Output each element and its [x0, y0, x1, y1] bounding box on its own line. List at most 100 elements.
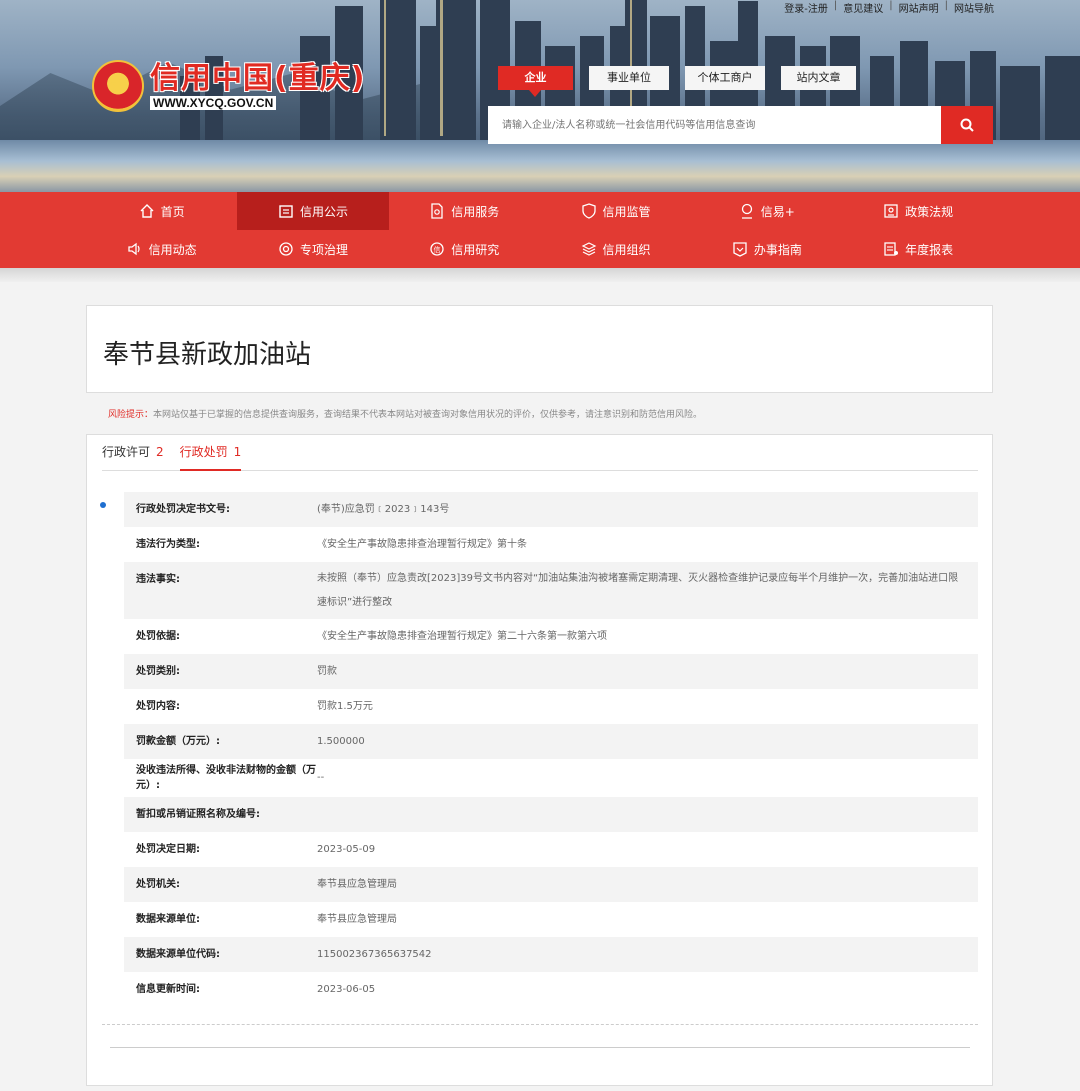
field-label: 违法事实:	[136, 574, 180, 585]
nav-special-governance[interactable]: 专项治理	[237, 230, 388, 268]
nav-home[interactable]: 首页	[86, 192, 237, 230]
site-nav-link[interactable]: 网站导航	[954, 0, 994, 15]
field-value: 1.500000	[317, 735, 365, 747]
dashed-divider	[102, 1024, 978, 1025]
field-value: 罚款1.5万元	[317, 700, 373, 712]
table-row: 处罚内容: 罚款1.5万元	[124, 689, 978, 724]
field-value: 未按照（奉节）应急责改[2023]39号文书内容对“加油站集油沟被堵塞需定期清理…	[317, 572, 959, 608]
tab-admin-penalty[interactable]: 行政处罚 1	[179, 435, 242, 471]
field-label: 处罚依据:	[136, 631, 180, 642]
risk-notice: 风险提示：本网站仅基于已掌握的信息提供查询服务，查询结果不代表本网站对被查询对象…	[108, 407, 702, 420]
bottom-divider	[110, 1047, 970, 1048]
report-icon	[884, 242, 899, 256]
shield-icon	[581, 203, 596, 219]
risk-notice-text: 本网站仅基于已掌握的信息提供查询服务，查询结果不代表本网站对被查询对象信用状况的…	[153, 410, 703, 420]
table-row: 处罚类别: 罚款	[124, 654, 978, 689]
nav-credit-organization[interactable]: 信用组织	[540, 230, 691, 268]
banner-river	[0, 140, 1080, 192]
field-value: 《安全生产事故隐患排查治理暂行规定》第十条	[317, 538, 527, 550]
field-value: 奉节县应急管理局	[317, 878, 397, 890]
seal-icon: 信	[430, 242, 444, 256]
field-value: 罚款	[317, 665, 337, 677]
field-label: 信息更新时间:	[136, 984, 200, 995]
record-tabs: 行政许可 2 行政处罚 1	[102, 435, 978, 471]
table-row: 违法行为类型: 《安全生产事故隐患排查治理暂行规定》第十条	[124, 527, 978, 562]
search-type-tabs: 企业 事业单位 个体工商户 站内文章	[498, 66, 856, 97]
svg-text:信: 信	[434, 245, 441, 254]
field-value: (奉节)应急罚﹝2023﹞143号	[317, 503, 450, 515]
field-label: 数据来源单位:	[136, 914, 200, 925]
nav-xinyi-plus[interactable]: 信易+	[691, 192, 842, 230]
field-label: 暂扣或吊销证照名称及编号:	[136, 809, 260, 820]
search-box	[488, 106, 993, 144]
nav-credit-service[interactable]: 信用服务	[389, 192, 540, 230]
table-row: 数据来源单位: 奉节县应急管理局	[124, 902, 978, 937]
field-label: 违法行为类型:	[136, 539, 200, 550]
field-value: 《安全生产事故隐患排查治理暂行规定》第二十六条第一款第六项	[317, 630, 607, 642]
field-label: 处罚类别:	[136, 666, 180, 677]
table-row: 处罚机关: 奉节县应急管理局	[124, 867, 978, 902]
search-tab-enterprise[interactable]: 企业	[498, 66, 573, 97]
nav-service-guide[interactable]: 办事指南	[691, 230, 842, 268]
layers-icon	[581, 242, 596, 256]
field-value: 2023-05-09	[317, 843, 376, 855]
table-row: 信息更新时间: 2023-06-05	[124, 972, 978, 1007]
table-row: 数据来源单位代码: 115002367365637542	[124, 937, 978, 972]
field-value: 2023-06-05	[317, 983, 376, 995]
target-icon	[279, 242, 293, 256]
table-row: 罚款金额（万元）: 1.500000	[124, 724, 978, 759]
login-register-link[interactable]: 登录-注册	[784, 0, 828, 15]
field-label: 没收违法所得、没收非法财物的金额（万元）:	[136, 765, 316, 791]
field-value: 奉节县应急管理局	[317, 913, 397, 925]
table-row: 行政处罚决定书文号: (奉节)应急罚﹝2023﹞143号	[124, 492, 978, 527]
heart-badge-icon	[733, 242, 747, 257]
field-label: 处罚内容:	[136, 701, 180, 712]
logo-title: 信用中国(重庆)	[150, 61, 366, 96]
risk-notice-label: 风险提示：	[108, 410, 154, 420]
search-icon	[960, 118, 974, 132]
field-label: 数据来源单位代码:	[136, 949, 220, 960]
book-icon	[884, 204, 898, 218]
top-links: 登录-注册 | 意见建议 | 网站声明 | 网站导航	[784, 0, 994, 15]
clipboard-icon	[279, 205, 293, 218]
record-panel: 行政许可 2 行政处罚 1 行政处罚决定书文号: (奉节)应急罚﹝2023﹞143号…	[86, 434, 993, 1086]
nav-credit-supervision[interactable]: 信用监管	[540, 192, 691, 230]
company-name: 奉节县新政加油站	[103, 340, 312, 370]
search-tab-site-articles[interactable]: 站内文章	[781, 66, 856, 90]
field-label: 罚款金额（万元）:	[136, 736, 220, 747]
nav-credit-news[interactable]: 信用动态	[86, 230, 237, 268]
search-input[interactable]	[488, 106, 941, 144]
search-tab-institution[interactable]: 事业单位	[589, 66, 669, 90]
search-button[interactable]	[941, 106, 993, 144]
table-row: 没收违法所得、没收非法财物的金额（万元）: --	[124, 759, 978, 797]
speaker-icon	[127, 242, 140, 256]
tab-count: 2	[156, 445, 164, 459]
table-row: 违法事实: 未按照（奉节）应急责改[2023]39号文书内容对“加油站集油沟被堵…	[124, 562, 978, 619]
table-row: 处罚依据: 《安全生产事故隐患排查治理暂行规定》第二十六条第一款第六项	[124, 619, 978, 654]
table-row: 处罚决定日期: 2023-05-09	[124, 832, 978, 867]
tab-admin-license[interactable]: 行政许可 2	[102, 435, 164, 471]
logo-url: WWW.XYCQ.GOV.CN	[150, 96, 277, 110]
national-emblem-icon	[92, 60, 144, 112]
home-icon	[140, 204, 154, 218]
field-value: 115002367365637542	[317, 948, 432, 960]
field-label: 行政处罚决定书文号:	[136, 504, 230, 515]
field-label: 处罚决定日期:	[136, 844, 200, 855]
user-badge-icon	[741, 203, 752, 219]
tab-count: 1	[233, 445, 242, 459]
company-header: 奉节县新政加油站	[86, 305, 993, 393]
main-nav: 首页 信用公示 信用服务 信用监管 信易+ 政策法规 信用动态 专项治理 信 信…	[0, 192, 1080, 268]
feedback-link[interactable]: 意见建议	[843, 0, 883, 15]
site-logo[interactable]: 信用中国(重庆) WWW.XYCQ.GOV.CN	[92, 60, 365, 112]
nav-policy-regulations[interactable]: 政策法规	[842, 192, 993, 230]
nav-credit-research[interactable]: 信 信用研究	[389, 230, 540, 268]
nav-credit-publicity[interactable]: 信用公示	[237, 192, 389, 230]
document-search-icon	[431, 203, 443, 219]
nav-annual-report[interactable]: 年度报表	[842, 230, 993, 268]
table-row: 暂扣或吊销证照名称及编号:	[124, 797, 978, 832]
record-bullet	[100, 502, 106, 508]
site-statement-link[interactable]: 网站声明	[899, 0, 939, 15]
search-tab-individual-business[interactable]: 个体工商户	[685, 66, 765, 90]
field-value: --	[317, 772, 325, 783]
nav-shadow	[0, 268, 1080, 282]
